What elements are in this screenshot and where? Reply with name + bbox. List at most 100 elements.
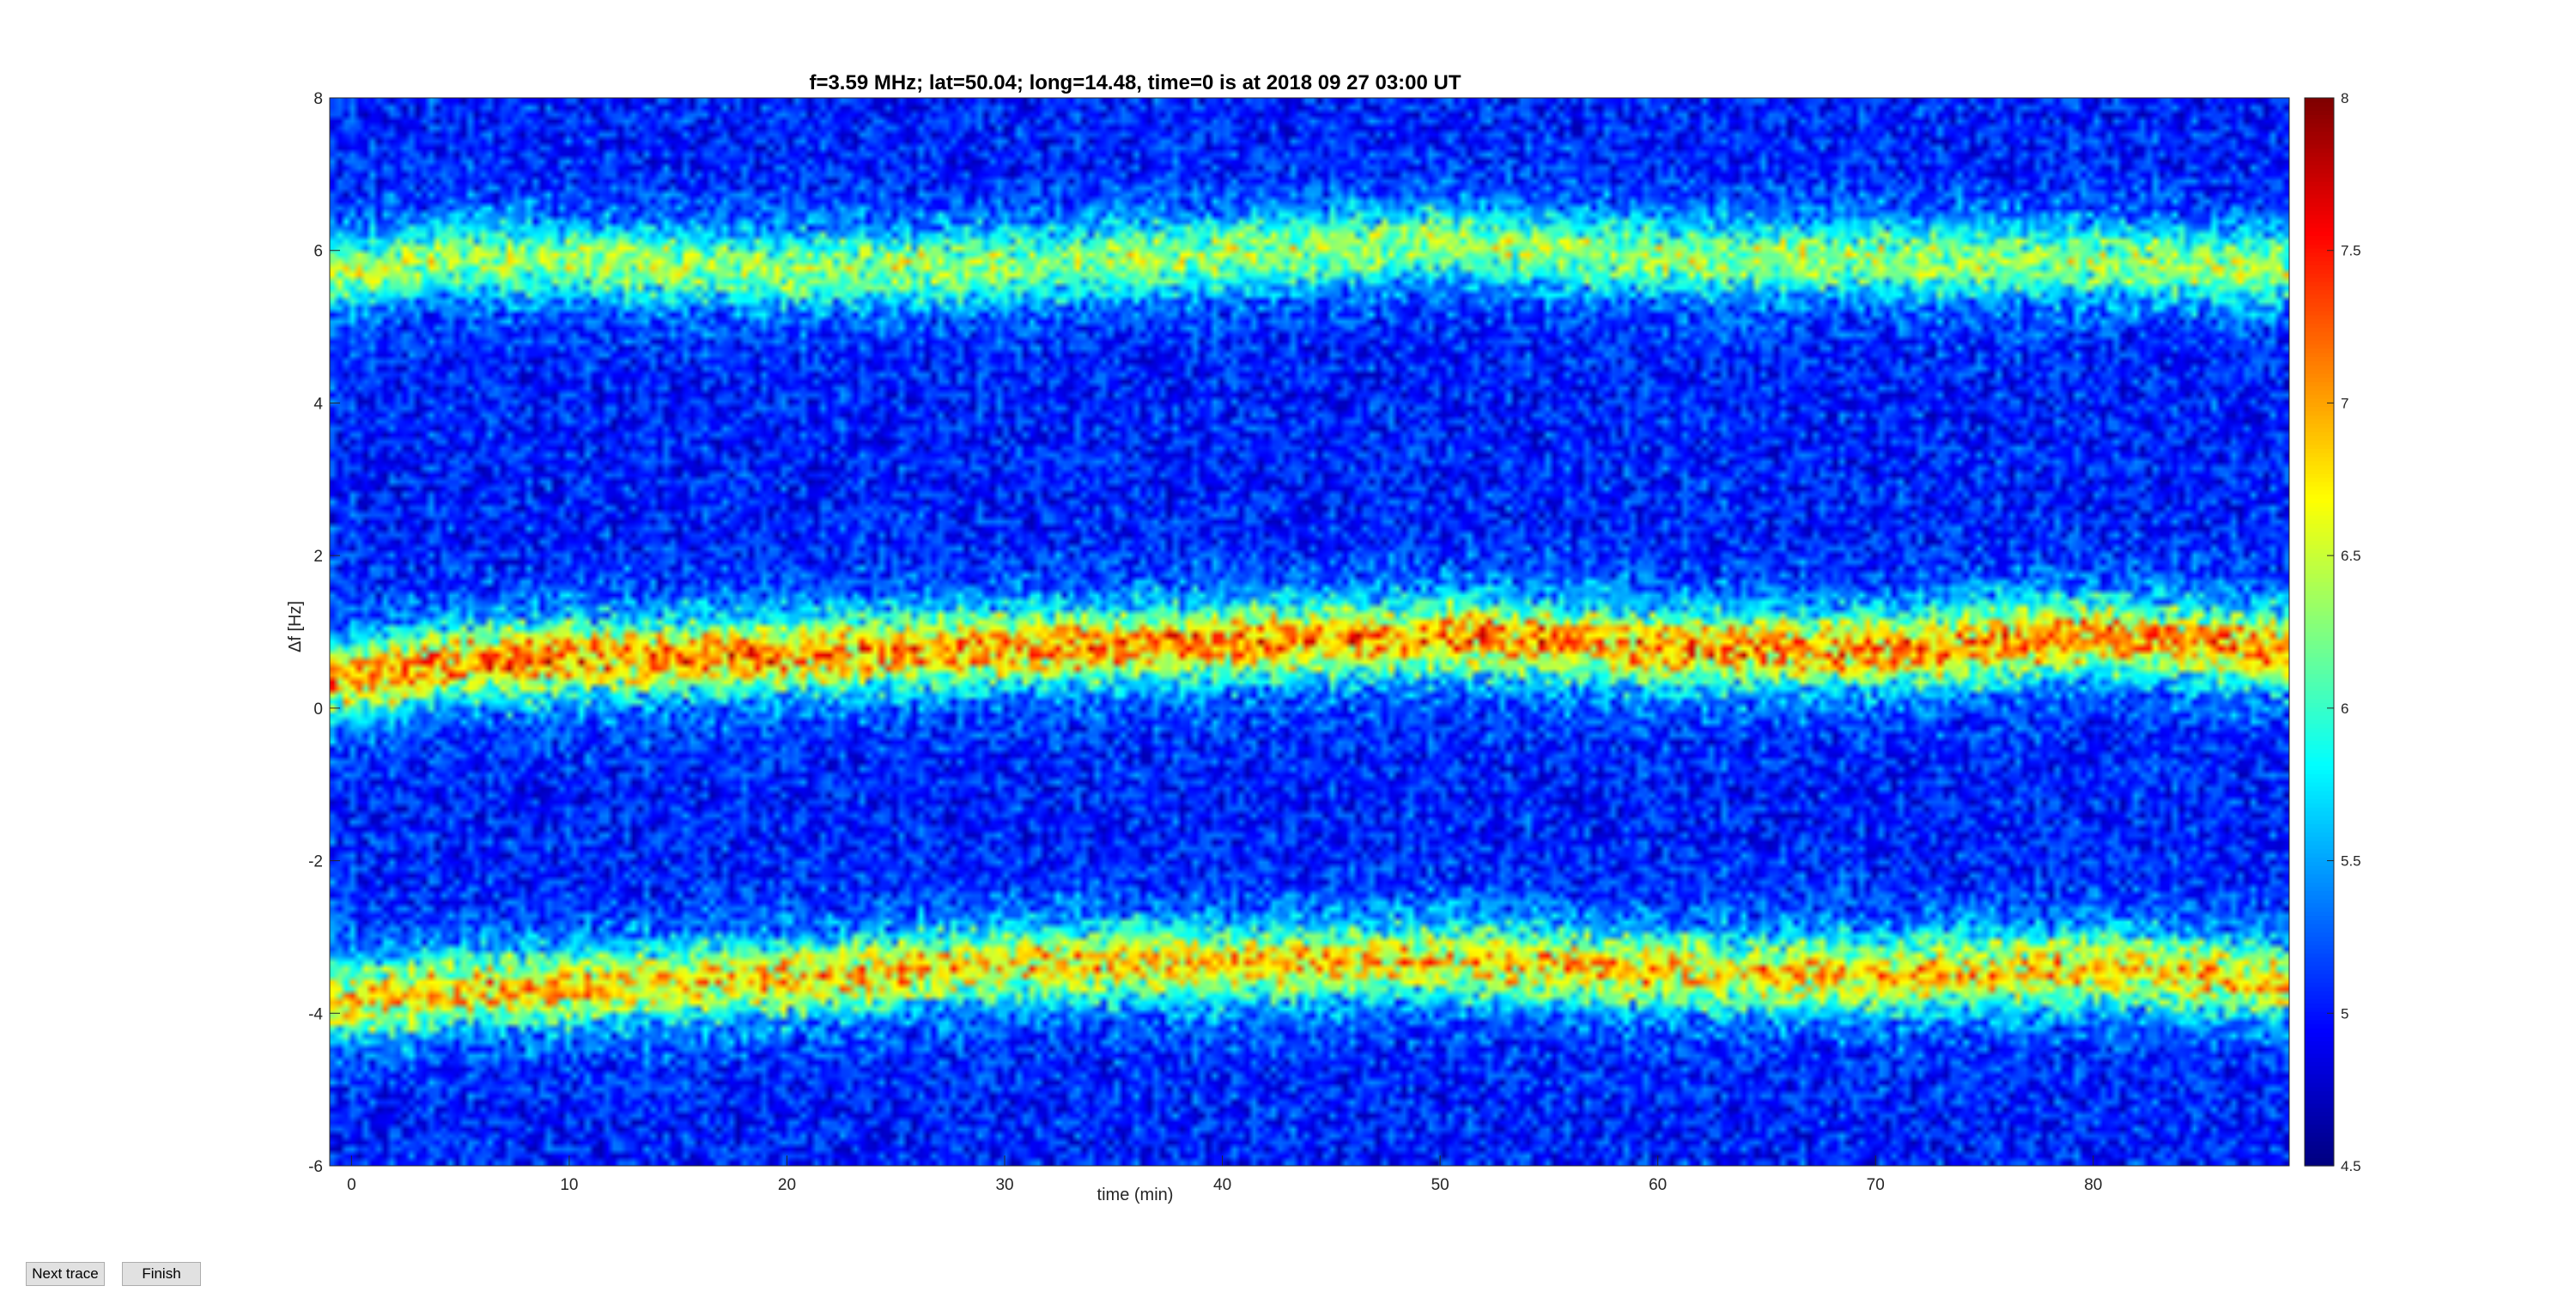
- colorbar-swatch: [2305, 673, 2334, 679]
- y-tick-label: 0: [313, 701, 323, 719]
- colorbar-swatch: [2305, 285, 2334, 291]
- colorbar-swatch: [2305, 377, 2334, 383]
- colorbar-swatch: [2305, 352, 2334, 357]
- colorbar-tick-label: 7.5: [2341, 243, 2361, 259]
- y-tick-label: 2: [313, 548, 323, 566]
- colorbar-swatch: [2305, 573, 2334, 579]
- x-tick-label: 40: [1213, 1176, 1231, 1194]
- colorbar-swatch: [2305, 610, 2334, 616]
- next-trace-button[interactable]: Next trace: [26, 1262, 105, 1286]
- colorbar-swatch: [2305, 1103, 2334, 1108]
- colorbar-swatch: [2305, 1086, 2334, 1092]
- y-axis-label: Δf [Hz]: [286, 601, 305, 652]
- colorbar-swatch: [2305, 640, 2334, 646]
- colorbar-swatch: [2305, 615, 2334, 621]
- colorbar-swatch: [2305, 944, 2334, 949]
- colorbar-swatch: [2305, 652, 2334, 658]
- colorbar-swatch: [2305, 427, 2334, 433]
- colorbar-swatch: [2305, 264, 2334, 270]
- colorbar-swatch: [2305, 298, 2334, 303]
- colorbar-swatch: [2305, 519, 2334, 525]
- colorbar-swatch: [2305, 661, 2334, 666]
- colorbar-swatch: [2305, 698, 2334, 704]
- colorbar-swatch: [2305, 690, 2334, 695]
- colorbar-swatch: [2305, 936, 2334, 942]
- colorbar-tick-label: 5.5: [2341, 853, 2361, 870]
- colorbar-swatch: [2305, 365, 2334, 370]
- colorbar-swatch: [2305, 1052, 2334, 1058]
- spectrogram-figure: f=3.59 MHz; lat=50.04; long=14.48, time=…: [286, 71, 2361, 1204]
- colorbar-swatch: [2305, 452, 2334, 458]
- colorbar-swatch: [2305, 623, 2334, 628]
- colorbar-swatch: [2305, 406, 2334, 412]
- colorbar-swatch: [2305, 677, 2334, 682]
- colorbar-swatch: [2305, 694, 2334, 700]
- colorbar-swatch: [2305, 240, 2334, 245]
- x-tick-label: 80: [2084, 1176, 2102, 1194]
- colorbar-swatch: [2305, 1028, 2334, 1034]
- colorbar-swatch: [2305, 765, 2334, 770]
- colorbar-swatch: [2305, 890, 2334, 895]
- finish-button[interactable]: Finish: [122, 1262, 201, 1286]
- colorbar-swatch: [2305, 218, 2334, 224]
- colorbar-swatch: [2305, 635, 2334, 641]
- colorbar-swatch: [2305, 815, 2334, 821]
- colorbar-swatch: [2305, 306, 2334, 312]
- x-tick-label: 70: [1867, 1176, 1885, 1194]
- x-axis-label: time (min): [1097, 1186, 1174, 1204]
- colorbar-swatch: [2305, 335, 2334, 341]
- colorbar-swatch: [2305, 727, 2334, 733]
- colorbar-swatch: [2305, 511, 2334, 516]
- colorbar-swatch: [2305, 227, 2334, 233]
- colorbar-swatch: [2305, 444, 2334, 449]
- colorbar-swatch: [2305, 423, 2334, 428]
- colorbar-tick-label: 4.5: [2341, 1158, 2361, 1174]
- colorbar-swatch: [2305, 415, 2334, 420]
- colorbar-swatch: [2305, 460, 2334, 466]
- colorbar-swatch: [2305, 1003, 2334, 1008]
- colorbar-swatch: [2305, 160, 2334, 166]
- colorbar-swatch: [2305, 114, 2334, 119]
- colorbar-swatch: [2305, 877, 2334, 883]
- x-tick-label: 20: [778, 1176, 796, 1194]
- colorbar-swatch: [2305, 969, 2334, 975]
- colorbar-swatch: [2305, 1011, 2334, 1016]
- colorbar-swatch: [2305, 356, 2334, 361]
- colorbar-swatch: [2305, 339, 2334, 345]
- colorbar-swatch: [2305, 902, 2334, 908]
- colorbar-swatch: [2305, 752, 2334, 758]
- colorbar-swatch: [2305, 707, 2334, 712]
- colorbar-tick-label: 8: [2341, 90, 2348, 106]
- colorbar-swatch: [2305, 819, 2334, 825]
- colorbar-swatch: [2305, 101, 2334, 107]
- colorbar-swatch: [2305, 506, 2334, 512]
- colorbar-swatch: [2305, 781, 2334, 787]
- colorbar-swatch: [2305, 590, 2334, 595]
- colorbar-swatch: [2305, 719, 2334, 725]
- colorbar-swatch: [2305, 435, 2334, 441]
- colorbar-swatch: [2305, 723, 2334, 729]
- colorbar-swatch: [2305, 361, 2334, 366]
- colorbar-swatch: [2305, 1144, 2334, 1150]
- x-tick-label: 60: [1649, 1176, 1667, 1194]
- colorbar-swatch: [2305, 773, 2334, 779]
- colorbar-swatch: [2305, 810, 2334, 816]
- colorbar-swatch: [2305, 585, 2334, 591]
- colorbar-tick-label: 5: [2341, 1005, 2348, 1022]
- colorbar-swatch: [2305, 548, 2334, 554]
- colorbar-swatch: [2305, 168, 2334, 174]
- y-tick-label: 6: [313, 243, 323, 261]
- colorbar-swatch: [2305, 928, 2334, 933]
- colorbar-swatch: [2305, 523, 2334, 529]
- colorbar-swatch: [2305, 385, 2334, 391]
- colorbar-swatch: [2305, 448, 2334, 453]
- colorbar-swatch: [2305, 1070, 2334, 1075]
- colorbar-swatch: [2305, 978, 2334, 983]
- colorbar-swatch: [2305, 197, 2334, 203]
- colorbar-swatch: [2305, 986, 2334, 992]
- colorbar-swatch: [2305, 1090, 2334, 1095]
- colorbar-swatch: [2305, 1065, 2334, 1071]
- colorbar-swatch: [2305, 215, 2334, 220]
- colorbar-swatch: [2305, 949, 2334, 954]
- colorbar-swatch: [2305, 281, 2334, 287]
